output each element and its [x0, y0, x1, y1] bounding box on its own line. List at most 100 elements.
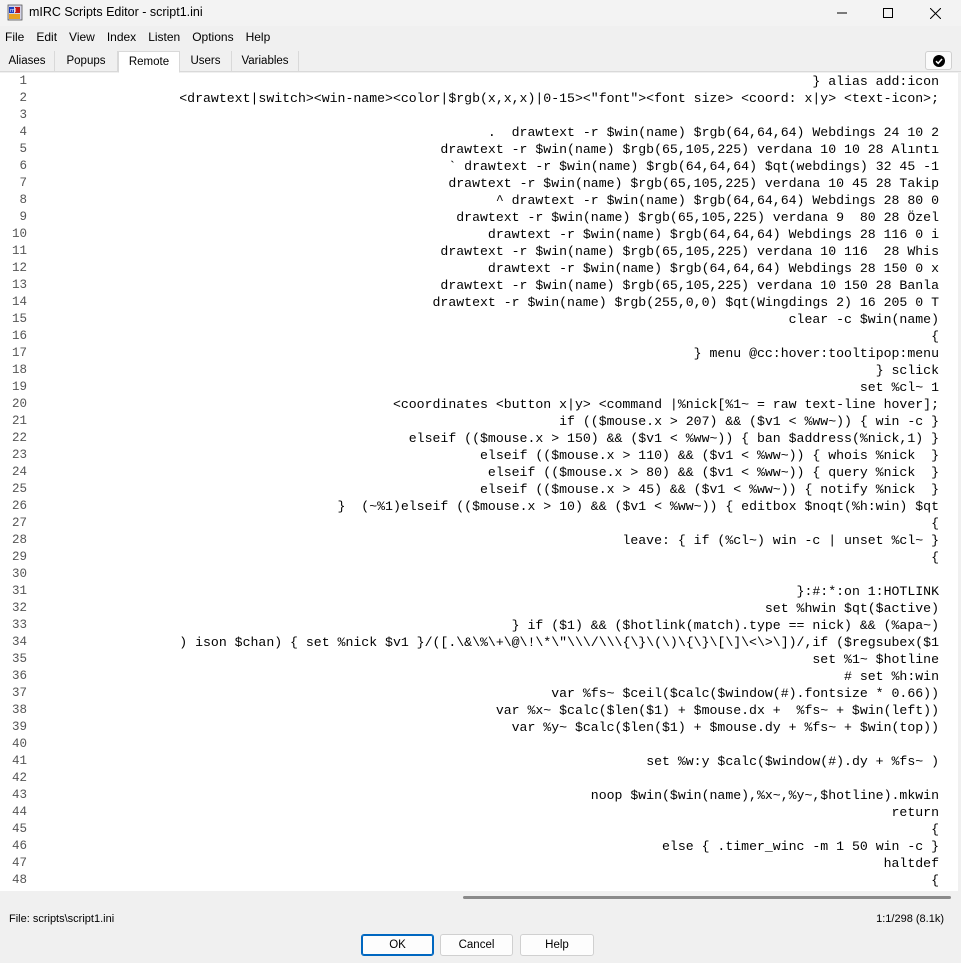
- code-line: 27 {: [0, 515, 958, 532]
- code-line: 36 # set %h:win: [0, 668, 958, 685]
- line-number: 46: [11, 839, 27, 853]
- tab-remote[interactable]: Remote: [118, 51, 180, 73]
- line-number: 43: [11, 788, 27, 802]
- title-bar: mI mIRC Scripts Editor - script1.ini: [0, 0, 961, 26]
- line-number: 36: [11, 669, 27, 683]
- code-line: 32 set %hwin $qt($active): [0, 600, 958, 617]
- minimize-button[interactable]: [819, 0, 865, 26]
- line-number: 34: [11, 635, 27, 649]
- line-number: 7: [19, 176, 27, 190]
- line-text: {: [931, 329, 939, 344]
- line-number: 3: [19, 108, 27, 122]
- cancel-button[interactable]: Cancel: [440, 934, 513, 956]
- line-text: }:#:*:on 1:HOTLINK: [796, 584, 939, 599]
- code-line: 15 clear -c $win(name): [0, 311, 958, 328]
- menu-edit[interactable]: Edit: [30, 27, 63, 47]
- code-line: 6 ` drawtext -r $win(name) $rgb(64,64,64)…: [0, 158, 958, 175]
- line-text: } (~%1)elseif (($mouse.x > 10) && ($v1 <…: [337, 499, 939, 514]
- line-text: {: [931, 550, 939, 565]
- line-number: 15: [11, 312, 27, 326]
- menu-help[interactable]: Help: [240, 27, 277, 47]
- ok-button[interactable]: OK: [361, 934, 434, 956]
- code-line: 10 drawtext -r $win(name) $rgb(64,64,64) …: [0, 226, 958, 243]
- line-number: 44: [11, 805, 27, 819]
- line-number: 48: [11, 873, 27, 887]
- maximize-icon: [883, 8, 893, 18]
- line-number: 26: [11, 499, 27, 513]
- code-line: 25 elseif (($mouse.x > 45) && ($v1 < %ww~…: [0, 481, 958, 498]
- menu-options[interactable]: Options: [186, 27, 239, 47]
- checkmark-circle-icon: [932, 54, 945, 67]
- line-number: 10: [11, 227, 27, 241]
- tab-variables[interactable]: Variables: [232, 51, 299, 72]
- code-line: 40: [0, 736, 958, 753]
- maximize-button[interactable]: [865, 0, 911, 26]
- horizontal-scrollbar[interactable]: [0, 891, 958, 905]
- mirc-icon: mI: [7, 4, 23, 21]
- code-line: 23 elseif (($mouse.x > 110) && ($v1 < %ww…: [0, 447, 958, 464]
- code-line: 42: [0, 770, 958, 787]
- code-line: 2 <drawtext|switch><win-name><color|$rgb(…: [0, 90, 958, 107]
- line-text: {: [931, 822, 939, 837]
- line-number: 47: [11, 856, 27, 870]
- line-text: drawtext -r $win(name) $rgb(65,105,225) …: [456, 210, 939, 225]
- code-line: 30: [0, 566, 958, 583]
- line-text: drawtext -r $win(name) $rgb(64,64,64) We…: [487, 261, 939, 276]
- line-text: drawtext -r $win(name) $rgb(65,105,225) …: [440, 244, 939, 259]
- code-line: 33} if ($1) && ($hotlink(match).type == …: [0, 617, 958, 634]
- line-number: 42: [11, 771, 27, 785]
- tab-aliases[interactable]: Aliases: [0, 51, 55, 72]
- line-text: leave: { if (%cl~) win -c | unset %cl~ }: [622, 533, 939, 548]
- line-text: var %y~ $calc($len($1) + $mouse.dy + %fs…: [511, 720, 939, 735]
- line-text: if (($mouse.x > 207) && ($v1 < %ww~)) { …: [559, 414, 939, 429]
- line-text: drawtext -r $win(name) $rgb(255,0,0) $qt…: [432, 295, 939, 310]
- code-line: 19 set %cl~ 1: [0, 379, 958, 396]
- code-line: 13 drawtext -r $win(name) $rgb(65,105,225…: [0, 277, 958, 294]
- tab-popups[interactable]: Popups: [55, 51, 118, 72]
- line-number: 35: [11, 652, 27, 666]
- line-text: {: [931, 516, 939, 531]
- menu-file[interactable]: File: [0, 27, 30, 47]
- line-number: 18: [11, 363, 27, 377]
- scrollbar-thumb[interactable]: [463, 896, 951, 899]
- help-button[interactable]: Help: [520, 934, 594, 956]
- code-line: 7 drawtext -r $win(name) $rgb(65,105,225)…: [0, 175, 958, 192]
- line-number: 11: [11, 244, 27, 258]
- line-text: var %fs~ $ceil($calc($window(#).fontsize…: [551, 686, 939, 701]
- line-text: var %x~ $calc($len($1) + $mouse.dx + %fs…: [495, 703, 939, 718]
- menu-listen[interactable]: Listen: [142, 27, 186, 47]
- line-text: {: [931, 873, 939, 888]
- close-button[interactable]: [912, 0, 958, 26]
- status-file: File: scripts\script1.ini: [9, 913, 115, 925]
- tab-users[interactable]: Users: [180, 51, 232, 72]
- line-number: 31: [11, 584, 27, 598]
- line-text: elseif (($mouse.x > 45) && ($v1 < %ww~))…: [480, 482, 939, 497]
- code-line: 28 leave: { if (%cl~) win -c | unset %cl~…: [0, 532, 958, 549]
- check-script-button[interactable]: [925, 51, 952, 70]
- line-number: 30: [11, 567, 27, 581]
- line-text: haltdef: [883, 856, 939, 871]
- code-line: 47 haltdef: [0, 855, 958, 872]
- code-line: 41 set %w:y $calc($window(#).dy + %fs~ ): [0, 753, 958, 770]
- script-editor[interactable]: 1} alias add:icon 2 <drawtext|switch><win-…: [0, 73, 958, 891]
- minimize-icon: [837, 12, 847, 14]
- line-text: ) ison $chan) { set %nick $v1 }/([.\&\%\…: [179, 635, 939, 650]
- line-text: ` drawtext -r $win(name) $rgb(64,64,64) …: [448, 159, 939, 174]
- line-number: 8: [19, 193, 27, 207]
- line-number: 38: [11, 703, 27, 717]
- close-icon: [929, 7, 941, 19]
- line-number: 20: [11, 397, 27, 411]
- code-line: 5 drawtext -r $win(name) $rgb(65,105,225)…: [0, 141, 958, 158]
- line-text: elseif (($mouse.x > 150) && ($v1 < %ww~)…: [408, 431, 939, 446]
- line-number: 12: [11, 261, 27, 275]
- code-line: 8 ^ drawtext -r $win(name) $rgb(64,64,64)…: [0, 192, 958, 209]
- code-line: 45 {: [0, 821, 958, 838]
- code-line: 9 drawtext -r $win(name) $rgb(65,105,225)…: [0, 209, 958, 226]
- menu-index[interactable]: Index: [101, 27, 142, 47]
- line-text: clear -c $win(name): [788, 312, 939, 327]
- line-text: set %1~ $hotline: [812, 652, 939, 667]
- line-text: elseif (($mouse.x > 110) && ($v1 < %ww~)…: [480, 448, 939, 463]
- code-line: 22 elseif (($mouse.x > 150) && ($v1 < %ww…: [0, 430, 958, 447]
- menu-view[interactable]: View: [63, 27, 101, 47]
- line-text: ^ drawtext -r $win(name) $rgb(64,64,64) …: [495, 193, 939, 208]
